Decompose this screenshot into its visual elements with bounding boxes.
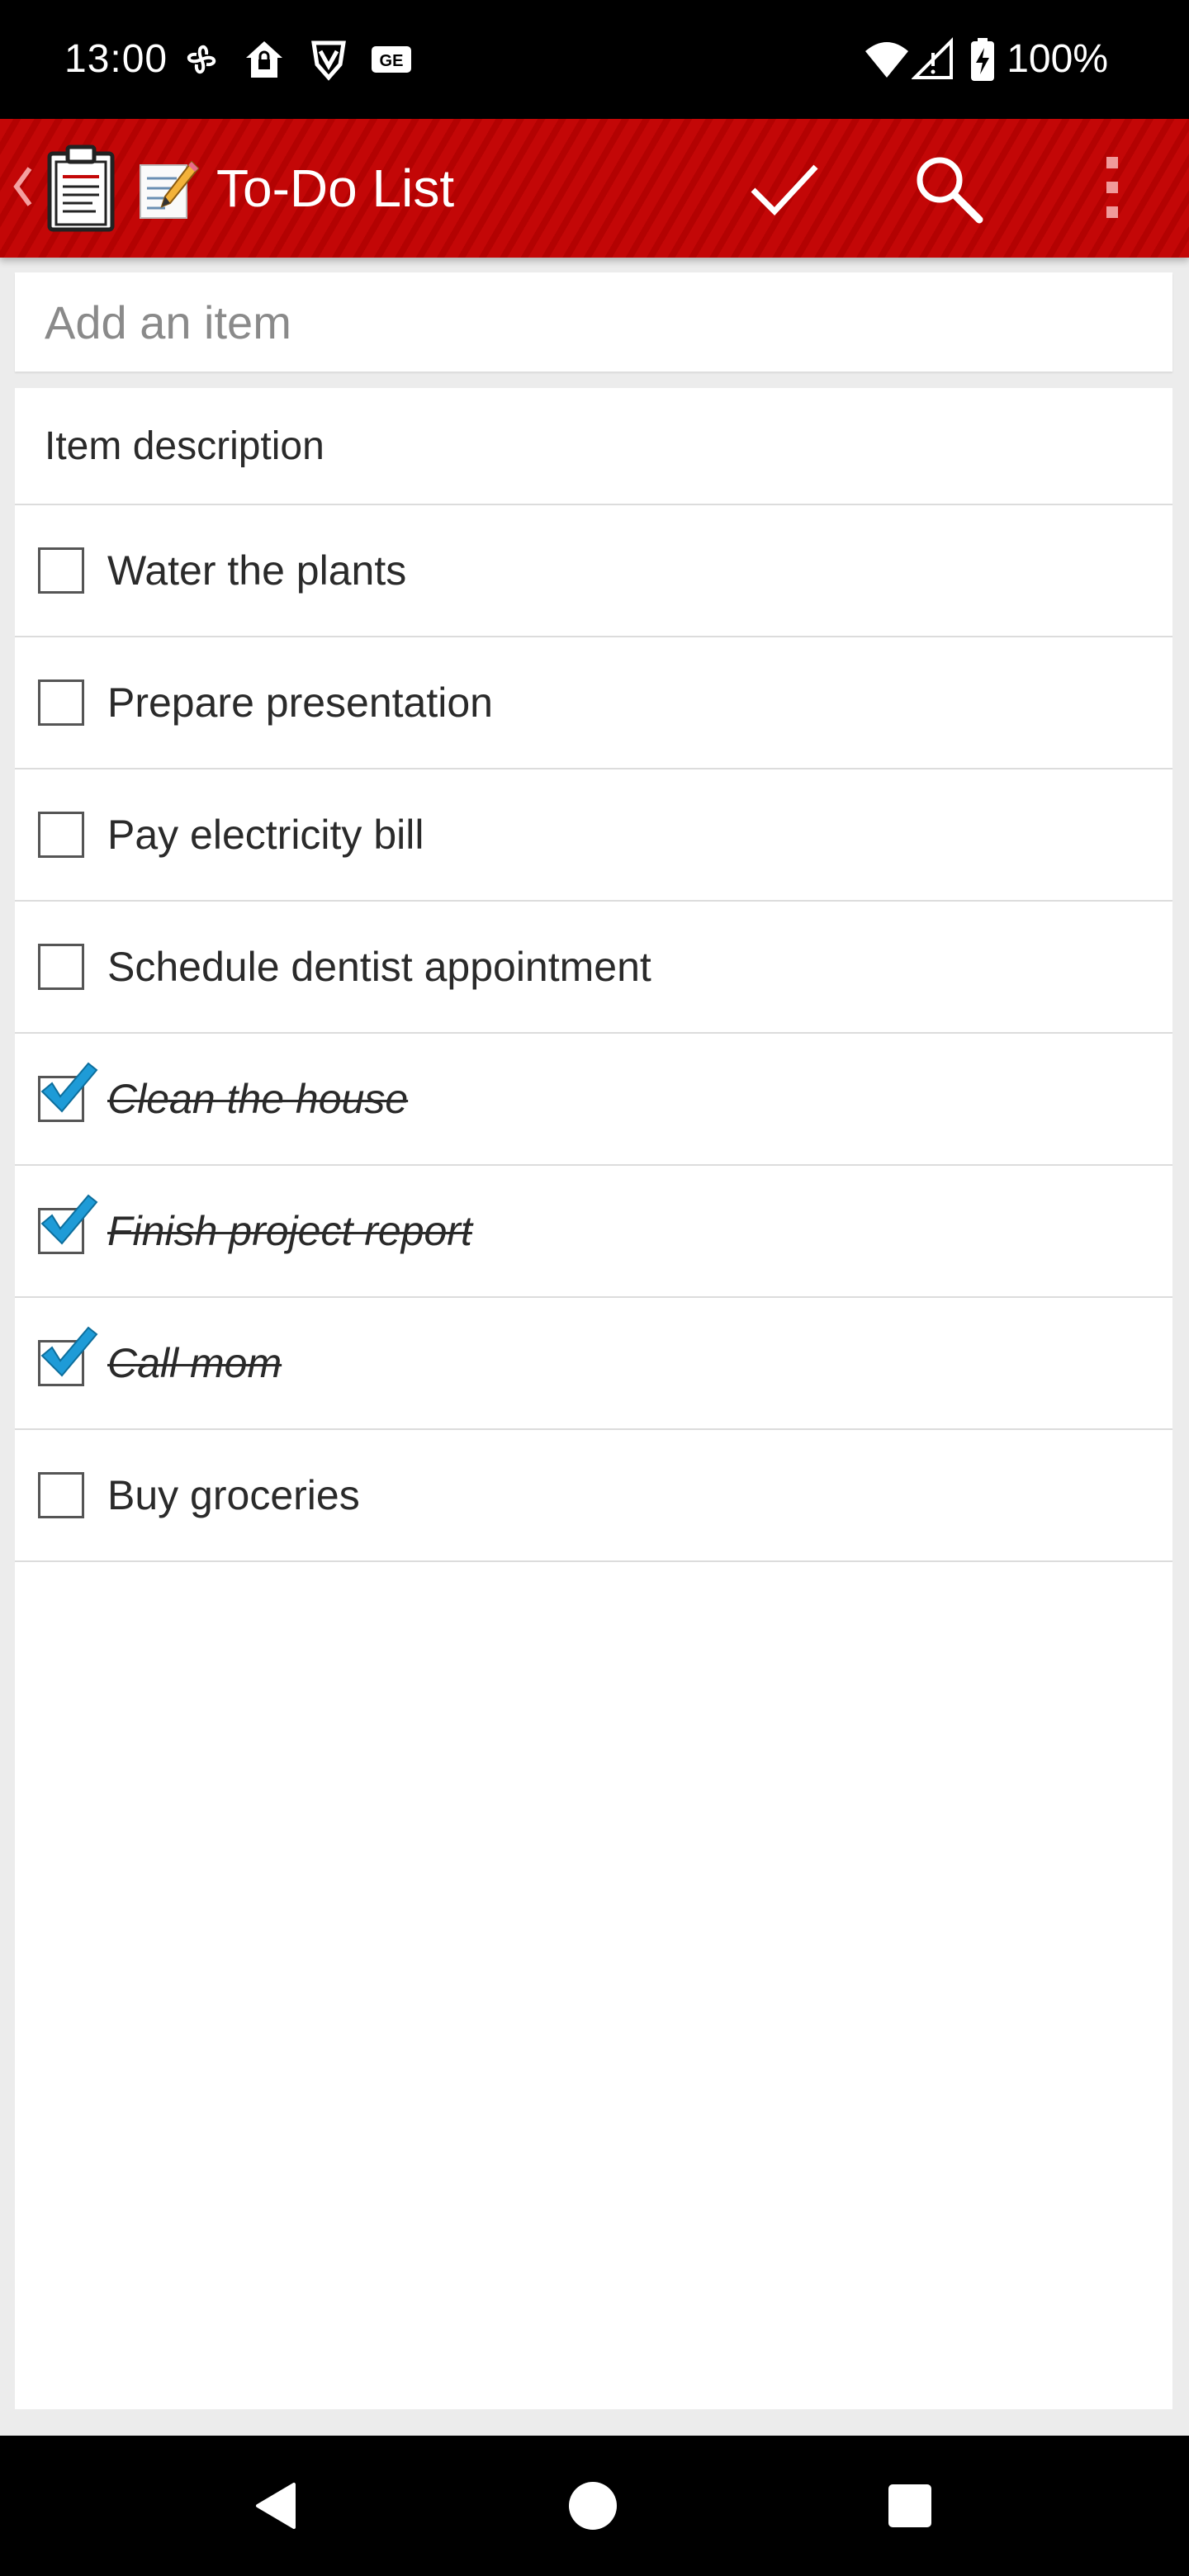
item-label: Pay electricity bill bbox=[107, 812, 424, 858]
checkbox-unchecked[interactable] bbox=[38, 1472, 84, 1518]
pinwheel-icon bbox=[187, 45, 216, 73]
home-lock-icon bbox=[246, 41, 282, 78]
status-time: 13:00 bbox=[64, 37, 168, 81]
item-label: Water the plants bbox=[107, 547, 407, 594]
page-title: To-Do List bbox=[216, 159, 455, 218]
items-container: Water the plants Prepare presentation Pay … bbox=[15, 505, 1172, 1562]
add-item-input[interactable] bbox=[15, 272, 1172, 372]
item-label: Clean the house bbox=[107, 1076, 409, 1122]
svg-text:GE: GE bbox=[380, 52, 404, 70]
checkbox-checked[interactable] bbox=[38, 1062, 98, 1122]
checkbox-unchecked[interactable] bbox=[38, 547, 84, 594]
search-icon[interactable] bbox=[910, 150, 986, 226]
list-item[interactable]: Clean the house bbox=[15, 1034, 1172, 1166]
item-label: Schedule dentist appointment bbox=[107, 944, 651, 990]
checkbox-checked[interactable] bbox=[38, 1326, 98, 1386]
item-label: Finish project report bbox=[107, 1208, 472, 1254]
checkbox-unchecked[interactable] bbox=[38, 680, 84, 726]
todo-list: Item description Water the plants Prepare… bbox=[15, 388, 1172, 2409]
app-bar: To-Do List bbox=[0, 119, 1189, 258]
clipboard-app-icon[interactable] bbox=[46, 144, 116, 233]
checkbox-unchecked[interactable] bbox=[38, 944, 84, 990]
home-icon[interactable] bbox=[568, 2481, 618, 2531]
check-icon bbox=[40, 1326, 98, 1377]
status-bar: 13:00 GE 100% bbox=[0, 0, 1189, 119]
list-item[interactable]: Prepare presentation bbox=[15, 637, 1172, 769]
ge-icon: GE bbox=[372, 46, 411, 73]
check-icon bbox=[40, 1194, 98, 1245]
checkmark-icon[interactable] bbox=[746, 150, 822, 226]
checkbox-checked[interactable] bbox=[38, 1194, 98, 1254]
list-header: Item description bbox=[15, 388, 1172, 505]
overflow-menu-icon[interactable] bbox=[1073, 150, 1149, 226]
item-label: Buy groceries bbox=[107, 1472, 360, 1518]
wifi-icon bbox=[865, 42, 908, 78]
brave-icon bbox=[311, 40, 346, 81]
recents-icon[interactable] bbox=[887, 2483, 933, 2529]
cell-signal-icon bbox=[912, 37, 953, 79]
list-item[interactable]: Schedule dentist appointment bbox=[15, 902, 1172, 1034]
battery-charging-icon bbox=[971, 38, 994, 81]
list-item[interactable]: Pay electricity bill bbox=[15, 769, 1172, 902]
list-item[interactable]: Water the plants bbox=[15, 505, 1172, 637]
memo-icon bbox=[140, 160, 200, 219]
back-chevron-icon[interactable] bbox=[10, 160, 35, 213]
navigation-bar bbox=[0, 2436, 1189, 2576]
item-label: Call mom bbox=[107, 1340, 282, 1386]
checkbox-unchecked[interactable] bbox=[38, 812, 84, 858]
list-item[interactable]: Buy groceries bbox=[15, 1430, 1172, 1562]
list-item[interactable]: Call mom bbox=[15, 1298, 1172, 1430]
list-item[interactable]: Finish project report bbox=[15, 1166, 1172, 1298]
battery-percentage: 100% bbox=[1007, 37, 1108, 81]
item-label: Prepare presentation bbox=[107, 680, 493, 726]
back-icon[interactable] bbox=[253, 2481, 302, 2531]
check-icon bbox=[40, 1062, 98, 1113]
